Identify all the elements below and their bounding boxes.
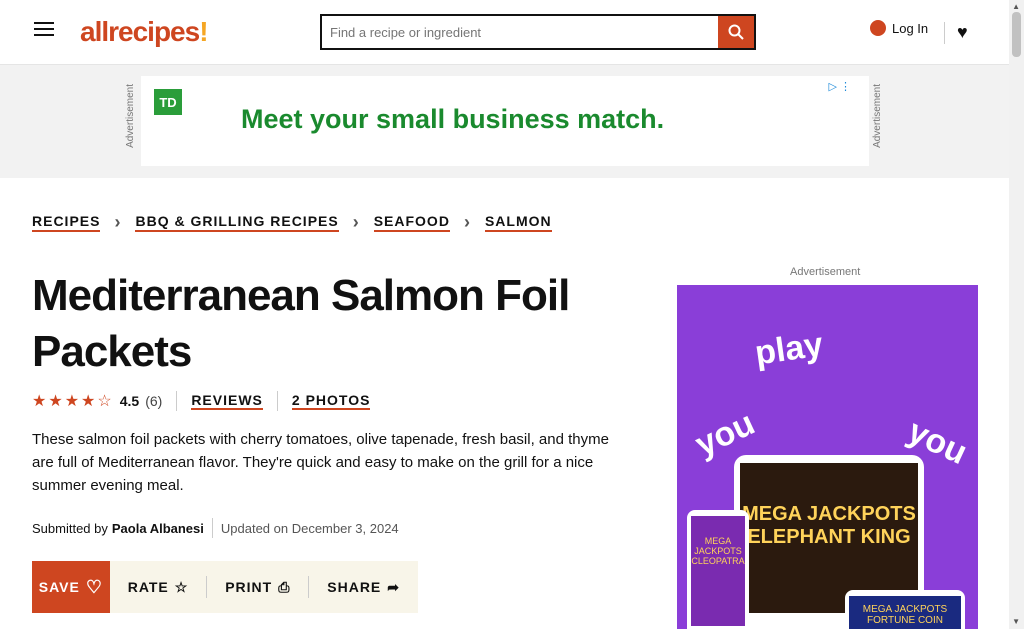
updated-date: Updated on December 3, 2024: [220, 520, 399, 536]
chevron-right-icon: ›: [352, 212, 360, 232]
hamburger-menu-icon[interactable]: [31, 18, 57, 44]
breadcrumb-salmon[interactable]: SALMON: [484, 213, 552, 232]
side-ad-label: Advertisement: [790, 266, 861, 278]
star-icon: ★: [64, 393, 80, 410]
divider: [211, 518, 213, 538]
breadcrumb-seafood[interactable]: SEAFOOD: [373, 213, 450, 232]
site-header: allrecipes! Log In ♥: [0, 0, 1009, 65]
rate-button[interactable]: RATE ☆: [110, 579, 207, 596]
rating-row: ★ ★ ★ ★ ☆ 4.5 (6) REVIEWS 2 PHOTOS: [32, 391, 371, 411]
photos-link[interactable]: 2 PHOTOS: [291, 392, 371, 410]
star-icon: ★: [81, 393, 96, 410]
page-scrollbar[interactable]: ▲ ▼: [1009, 0, 1024, 629]
submitted-prefix: Submitted by: [32, 520, 108, 536]
ad-phone-image-small-2: MEGA JACKPOTS FORTUNE COIN: [845, 590, 965, 629]
star-outline-icon: ☆: [174, 578, 189, 595]
logo-pin-icon: !: [199, 16, 208, 47]
user-icon: [870, 20, 886, 36]
breadcrumb-bbq-grilling[interactable]: BBQ & GRILLING RECIPES: [135, 213, 339, 232]
rate-label: RATE: [127, 579, 169, 595]
share-button[interactable]: SHARE ➦: [309, 579, 418, 596]
save-label: SAVE: [38, 579, 80, 595]
ad-word-play: play: [752, 325, 826, 373]
print-label: PRINT: [225, 579, 273, 595]
printer-icon: ⎙: [278, 578, 291, 595]
ad-label-left: Advertisement: [125, 84, 136, 148]
saved-recipes-heart-icon[interactable]: ♥: [957, 22, 968, 43]
scroll-up-arrow-icon[interactable]: ▲: [1012, 2, 1020, 11]
print-button[interactable]: PRINT ⎙: [207, 579, 308, 596]
search-button[interactable]: [718, 16, 754, 48]
byline: Submitted by Paola Albanesi Updated on D…: [32, 518, 399, 538]
search-icon: [728, 24, 744, 40]
ad-banner[interactable]: TD Meet your small business match. ▷ ⋮: [141, 76, 869, 166]
chevron-right-icon: ›: [463, 212, 471, 232]
allrecipes-logo[interactable]: allrecipes!: [80, 16, 209, 48]
ad-headline: Meet your small business match.: [241, 104, 665, 134]
star-rating[interactable]: ★ ★ ★ ★ ☆: [32, 391, 112, 411]
recipe-description: These salmon foil packets with cherry to…: [32, 431, 609, 494]
author-link[interactable]: Paola Albanesi: [112, 521, 204, 536]
rating-value[interactable]: 4.5: [120, 393, 139, 409]
ad-label-right: Advertisement: [872, 84, 883, 148]
star-icon: ★: [32, 393, 47, 410]
td-logo: TD: [154, 89, 182, 115]
half-star-icon: ☆: [97, 393, 112, 410]
rating-count: (6): [145, 393, 163, 409]
share-label: SHARE: [327, 579, 382, 595]
share-arrow-icon: ➦: [387, 578, 401, 595]
divider: [176, 391, 178, 411]
ad-game-cleopatra: MEGA JACKPOTS CLEOPATRA: [691, 516, 745, 626]
scrollbar-thumb[interactable]: [1012, 12, 1021, 57]
login-label: Log In: [892, 20, 929, 36]
logo-text: allrecipes: [80, 16, 200, 47]
reviews-link[interactable]: REVIEWS: [191, 392, 263, 410]
login-link[interactable]: Log In: [870, 20, 928, 36]
search-input[interactable]: [322, 16, 718, 48]
breadcrumb-recipes[interactable]: RECIPES: [32, 213, 101, 232]
star-icon: ★: [48, 393, 63, 410]
breadcrumb: RECIPES › BBQ & GRILLING RECIPES › SEAFO…: [32, 212, 552, 233]
ad-game-fortune-coin: MEGA JACKPOTS FORTUNE COIN: [849, 596, 961, 629]
side-ad[interactable]: play you you MEGA JACKPOTS ELEPHANT KING…: [677, 285, 978, 629]
divider: [276, 391, 278, 411]
ad-phone-image-small: MEGA JACKPOTS CLEOPATRA: [687, 510, 749, 629]
header-divider: [944, 22, 945, 44]
save-button[interactable]: SAVE ♡: [32, 561, 110, 613]
search-box: [320, 14, 756, 50]
recipe-action-bar: SAVE ♡ RATE ☆ PRINT ⎙ SHARE ➦: [32, 561, 418, 613]
heart-icon: ♡: [85, 576, 103, 597]
adchoices-icon[interactable]: ▷ ⋮: [828, 80, 851, 93]
chevron-right-icon: ›: [114, 212, 122, 232]
page-title: Mediterranean Salmon Foil Packets: [32, 271, 570, 376]
scroll-down-arrow-icon[interactable]: ▼: [1012, 617, 1020, 626]
